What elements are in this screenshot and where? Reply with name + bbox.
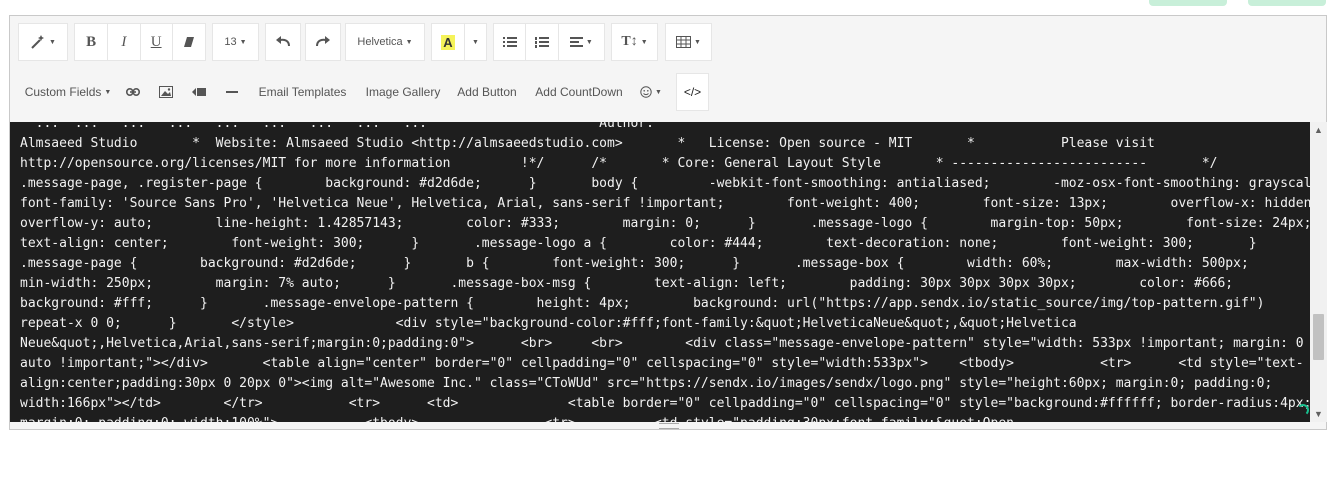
- html-editor: ▼ B I U 13 ▼ Helvetica ▼ A ▼ ▼ T↕ ▼ ▼ Cu…: [9, 15, 1327, 430]
- horizontal-rule-button[interactable]: [217, 73, 247, 111]
- grip-icon: [659, 423, 679, 429]
- custom-fields-dropdown[interactable]: Custom Fields ▼: [18, 73, 118, 111]
- undo-button[interactable]: [265, 23, 301, 61]
- chevron-down-icon: ▼: [471, 38, 479, 46]
- code-line: .message-page { background: #d2d6de; } b…: [20, 256, 1249, 271]
- add-countdown-label: Add CountDown: [535, 85, 623, 99]
- code-line: background: #fff; } .message-envelope-pa…: [20, 296, 1265, 311]
- chevron-down-icon: ▼: [640, 38, 648, 46]
- loading-spinner-icon: [1297, 404, 1309, 416]
- link-button[interactable]: [118, 73, 148, 111]
- text-style-group: B I U: [74, 23, 206, 61]
- add-button-button[interactable]: Add Button: [452, 73, 522, 111]
- code-line: margin:0; padding:0; width:100%"> <tbody…: [20, 414, 1305, 422]
- scroll-thumb[interactable]: [1313, 314, 1324, 360]
- video-icon: [192, 88, 206, 96]
- eraser-icon: [183, 37, 194, 47]
- emoji-dropdown[interactable]: ▼: [631, 73, 671, 111]
- scroll-up-arrow-icon[interactable]: ▲: [1310, 122, 1327, 138]
- chevron-down-icon: ▼: [655, 88, 662, 96]
- undo-icon: [276, 36, 290, 47]
- chevron-down-icon: ▼: [694, 38, 701, 46]
- align-left-icon: [569, 36, 583, 47]
- code-line: auto !important;"></div> <table align="c…: [20, 356, 1304, 371]
- chevron-down-icon: ▼: [239, 38, 247, 46]
- html-code-textarea[interactable]: ... ... ... ... ... ... ... ... ... Auth…: [10, 122, 1310, 422]
- eraser-button[interactable]: [173, 24, 205, 60]
- align-dropdown-button[interactable]: ▼: [559, 24, 604, 60]
- line-height-select[interactable]: T↕ ▼: [611, 23, 658, 61]
- bold-button[interactable]: B: [75, 24, 107, 60]
- code-line: Almsaeed Studio * Website: Almsaeed Stud…: [20, 136, 1155, 151]
- redo-button[interactable]: [305, 23, 341, 61]
- image-gallery-button[interactable]: Image Gallery: [360, 73, 446, 111]
- image-icon: [159, 86, 173, 98]
- email-templates-button[interactable]: Email Templates: [253, 73, 352, 111]
- code-line: min-width: 250px; margin: 7% auto; } .me…: [20, 276, 1234, 291]
- table-select[interactable]: ▼: [665, 23, 712, 61]
- horizontal-rule-icon: [226, 91, 238, 93]
- redo-icon: [316, 36, 330, 47]
- bullet-list-button[interactable]: [494, 24, 525, 60]
- font-family-select[interactable]: Helvetica ▼: [345, 23, 425, 61]
- code-line: ... ... ... ... ... ... ... ... ... Auth…: [20, 122, 654, 131]
- smiley-icon: [640, 86, 652, 98]
- numbered-list-button[interactable]: [526, 24, 557, 60]
- image-gallery-label: Image Gallery: [365, 85, 441, 99]
- code-view-label: </>: [683, 85, 702, 99]
- text-height-icon: T↕: [621, 34, 638, 49]
- table-icon: [676, 36, 692, 48]
- font-size-select[interactable]: 13 ▼: [212, 23, 259, 61]
- scroll-down-arrow-icon[interactable]: ▼: [1310, 406, 1327, 422]
- code-scrollbar[interactable]: ▲ ▼: [1310, 122, 1327, 422]
- code-line: http://opensource.org/licenses/MIT for m…: [20, 156, 1218, 171]
- top-action-button-2[interactable]: [1248, 0, 1326, 6]
- highlight-color-button[interactable]: A: [432, 24, 464, 60]
- resize-handle[interactable]: [10, 422, 1326, 429]
- custom-fields-label: Custom Fields: [24, 85, 102, 99]
- code-line: text-align: center; font-weight: 300; } …: [20, 236, 1257, 251]
- image-button[interactable]: [151, 73, 181, 111]
- toolbar-row-2: Custom Fields ▼ Email Templates Image Ga…: [10, 70, 1326, 114]
- code-line: align:center;padding:30px 0 20px 0"><img…: [20, 376, 1273, 391]
- code-line: .message-page, .register-page { backgrou…: [20, 176, 1310, 191]
- add-countdown-button[interactable]: Add CountDown: [529, 73, 629, 111]
- font-size-value: 13: [224, 36, 237, 48]
- code-line: overflow-y: auto; line-height: 1.4285714…: [20, 216, 1310, 231]
- magic-wand-button[interactable]: ▼: [30, 24, 56, 60]
- chevron-down-icon: ▼: [405, 38, 413, 46]
- email-templates-label: Email Templates: [258, 85, 347, 99]
- font-family-value: Helvetica: [357, 36, 403, 48]
- highlight-group: A ▼: [431, 23, 487, 61]
- chevron-down-icon: ▼: [104, 88, 112, 96]
- highlight-color-dropdown[interactable]: ▼: [465, 24, 486, 60]
- add-button-label: Add Button: [457, 85, 517, 99]
- magic-group: ▼: [18, 23, 68, 61]
- toolbar-row-1: ▼ B I U 13 ▼ Helvetica ▼ A ▼ ▼ T↕ ▼ ▼: [10, 20, 1326, 64]
- list-group: ▼: [493, 23, 605, 61]
- highlight-icon: A: [441, 34, 455, 50]
- bullet-list-icon: [502, 37, 517, 47]
- code-view-button[interactable]: </>: [676, 73, 709, 111]
- top-action-button-1[interactable]: [1149, 0, 1227, 6]
- numbered-list-icon: [535, 36, 550, 48]
- magic-wand-icon: [31, 35, 45, 49]
- chevron-down-icon: ▼: [49, 38, 56, 46]
- italic-button[interactable]: I: [108, 24, 139, 60]
- code-text: ... ... ... ... ... ... ... ... ... Auth…: [20, 122, 1310, 422]
- underline-button[interactable]: U: [141, 24, 172, 60]
- code-line: font-family: 'Source Sans Pro', 'Helveti…: [20, 196, 1310, 211]
- code-line: width:166px"></td> </tr> <tr> <td> <tabl…: [20, 396, 1310, 411]
- code-line: Neue&quot;,Helvetica,Arial,sans-serif;ma…: [20, 336, 1304, 351]
- video-button[interactable]: [184, 73, 214, 111]
- code-line: repeat-x 0 0; } </style> <div style="bac…: [20, 316, 1077, 331]
- chevron-down-icon: ▼: [585, 38, 593, 46]
- link-icon: [126, 87, 140, 97]
